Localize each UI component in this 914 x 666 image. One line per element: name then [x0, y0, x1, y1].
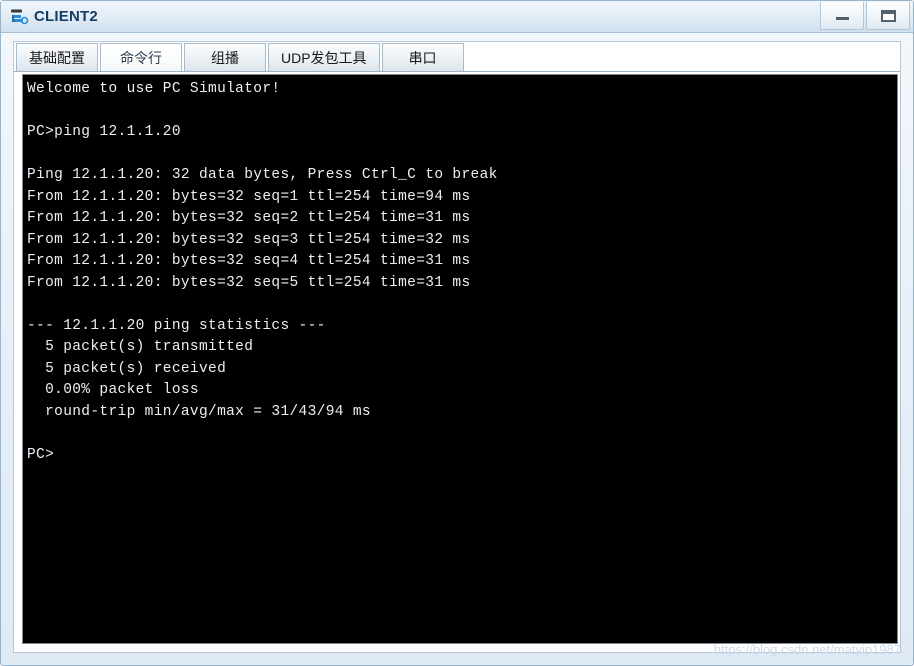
tab-serial-port[interactable]: 串口	[381, 43, 464, 71]
window-title: CLIENT2	[34, 7, 98, 25]
maximize-button[interactable]	[866, 2, 910, 30]
terminal-line: 0.00% packet loss	[27, 382, 199, 398]
pc-simulator-icon	[9, 7, 29, 27]
minimize-button[interactable]	[820, 2, 864, 30]
tab-label: 串口	[408, 49, 437, 66]
terminal-line: Ping 12.1.1.20: 32 data bytes, Press Ctr…	[27, 167, 498, 183]
terminal-line: From 12.1.1.20: bytes=32 seq=3 ttl=254 t…	[27, 231, 471, 248]
terminal-line: PC>	[27, 446, 55, 463]
tab-label: 基础配置	[29, 49, 85, 66]
terminal-line: From 12.1.1.20: bytes=32 seq=2 ttl=254 t…	[27, 210, 471, 226]
tab-udp-tool[interactable]: UDP发包工具	[268, 43, 380, 71]
tab-label: 组播	[211, 49, 239, 66]
terminal-line: 5 packet(s) transmitted	[27, 339, 254, 355]
terminal-line: Welcome to use PC Simulator!	[27, 81, 281, 97]
maximize-icon	[880, 9, 896, 22]
terminal-line: 5 packet(s) received	[27, 360, 227, 377]
client-window: CLIENT2 基础配置 命令行 组播 UDP发包工具 串口 Welcome t…	[0, 0, 914, 666]
client-body: 基础配置 命令行 组播 UDP发包工具 串口 Welcome to use PC…	[1, 33, 913, 665]
tab-label: 命令行	[120, 49, 162, 66]
terminal-line: round-trip min/avg/max = 31/43/94 ms	[27, 403, 371, 420]
tab-strip: 基础配置 命令行 组播 UDP发包工具 串口	[14, 42, 900, 72]
content-panel: 基础配置 命令行 组播 UDP发包工具 串口 Welcome to use PC…	[13, 41, 901, 653]
tab-multicast[interactable]: 组播	[184, 43, 266, 71]
terminal-line: From 12.1.1.20: bytes=32 seq=1 ttl=254 t…	[27, 188, 471, 205]
terminal-container: Welcome to use PC Simulator! PC>ping 12.…	[14, 72, 900, 652]
minimize-icon	[835, 17, 849, 20]
terminal-line: From 12.1.1.20: bytes=32 seq=4 ttl=254 t…	[27, 253, 471, 269]
terminal-line: --- 12.1.1.20 ping statistics ---	[27, 317, 326, 334]
window-controls	[820, 2, 910, 31]
title-bar: CLIENT2	[1, 1, 913, 33]
terminal-line: PC>ping 12.1.1.20	[27, 124, 181, 140]
terminal-line: From 12.1.1.20: bytes=32 seq=5 ttl=254 t…	[27, 274, 471, 291]
tab-command-line[interactable]: 命令行	[100, 43, 182, 71]
tab-label: UDP发包工具	[281, 49, 367, 66]
tab-basic-config[interactable]: 基础配置	[16, 43, 98, 71]
terminal-output[interactable]: Welcome to use PC Simulator! PC>ping 12.…	[22, 74, 898, 644]
